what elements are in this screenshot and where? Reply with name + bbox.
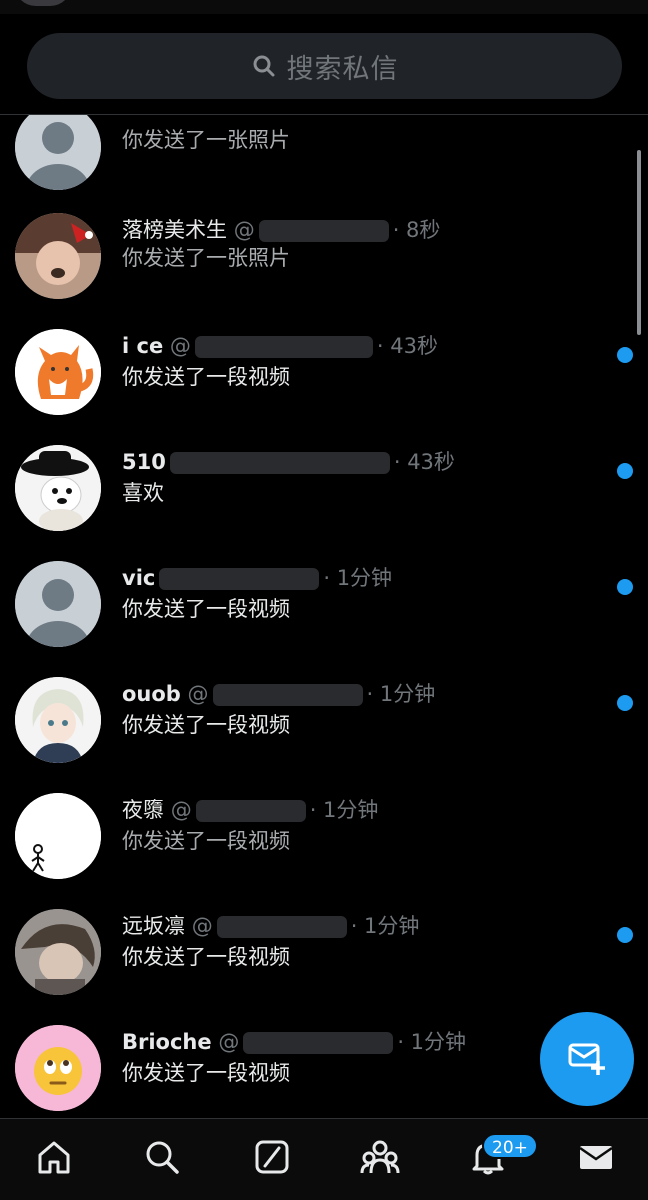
contact-name: vic — [122, 566, 156, 590]
unread-indicator — [617, 927, 633, 943]
message-preview: 你发送了一段视频 — [122, 365, 290, 389]
timestamp: · 1分钟 — [309, 798, 379, 822]
new-message-icon — [567, 1037, 607, 1081]
avatar — [15, 793, 101, 879]
message-preview: 你发送了一段视频 — [122, 945, 290, 969]
avatar — [15, 909, 101, 995]
message-preview: 你发送了一段视频 — [122, 829, 290, 853]
contact-name: i ce — [122, 334, 164, 358]
communities-icon — [359, 1138, 401, 1180]
timestamp: · 43秒 — [393, 450, 455, 474]
conversation-header: i ce @ · 43秒 — [122, 334, 438, 358]
nav-messages[interactable] — [576, 1139, 616, 1179]
notification-badge: 20+ — [482, 1133, 538, 1159]
search-messages-input[interactable]: 搜索私信 — [27, 33, 622, 99]
unread-indicator — [617, 463, 633, 479]
bottom-navigation: 20+ — [0, 1118, 648, 1200]
home-icon — [35, 1138, 73, 1180]
nav-search[interactable] — [142, 1139, 182, 1179]
avatar — [15, 1025, 101, 1111]
new-message-button[interactable] — [540, 1012, 634, 1106]
avatar — [15, 445, 101, 531]
conversation-row[interactable]: 夜隳 @ · 1分钟 你发送了一段视频 — [0, 783, 648, 899]
unread-indicator — [617, 347, 633, 363]
unread-indicator — [617, 695, 633, 711]
avatar — [15, 213, 101, 299]
nav-home[interactable] — [34, 1139, 74, 1179]
message-preview: 你发送了一段视频 — [122, 1061, 290, 1085]
search-icon — [251, 53, 277, 79]
conversation-row[interactable]: 510 · 43秒 喜欢 — [0, 435, 648, 551]
contact-name: 夜隳 — [122, 798, 164, 822]
conversation-row[interactable]: @ 你发送了一张照片 — [0, 115, 648, 205]
top-strip — [0, 0, 648, 14]
unread-indicator — [617, 579, 633, 595]
message-preview: 喜欢 — [122, 481, 164, 505]
nav-grok[interactable] — [252, 1139, 292, 1179]
conversation-list[interactable]: @ 你发送了一张照片 落榜美术生 @· 8秒 你发送了一张照片 i ce @· … — [0, 115, 648, 1118]
message-preview: 你发送了一段视频 — [122, 597, 290, 621]
conversation-row[interactable]: vic · 1分钟 你发送了一段视频 — [0, 551, 648, 667]
conversation-header: vic · 1分钟 — [122, 563, 392, 593]
grok-icon — [253, 1138, 291, 1180]
conversation-row[interactable]: ouob @ · 1分钟 你发送了一段视频 — [0, 667, 648, 783]
conversation-header: 夜隳 @ · 1分钟 — [122, 798, 379, 822]
message-preview: 你发送了一张照片 — [122, 246, 290, 270]
timestamp: · 1分钟 — [366, 682, 436, 706]
conversation-header: 落榜美术生 @ · 8秒 — [122, 218, 441, 242]
conversation-row[interactable]: 远坂凛 @ · 1分钟 你发送了一段视频 — [0, 899, 648, 1015]
conversation-header: ouob @ · 1分钟 — [122, 682, 436, 706]
messages-icon — [577, 1138, 615, 1180]
timestamp: · 1分钟 — [323, 566, 393, 590]
timestamp: · 1分钟 — [397, 1030, 467, 1054]
search-icon — [143, 1138, 181, 1180]
avatar — [15, 677, 101, 763]
conversation-header: 510 · 43秒 — [122, 447, 455, 477]
conversation-row[interactable]: i ce @ · 43秒 你发送了一段视频 — [0, 319, 648, 435]
contact-name: 510 — [122, 450, 166, 474]
avatar — [15, 329, 101, 415]
conversation-header: Brioche @ · 1分钟 — [122, 1030, 467, 1054]
timestamp: · 43秒 — [376, 334, 438, 358]
message-preview: 你发送了一段视频 — [122, 713, 290, 737]
avatar — [15, 115, 101, 190]
contact-name: Brioche — [122, 1030, 212, 1054]
timestamp: · 8秒 — [392, 218, 441, 242]
search-placeholder: 搜索私信 — [286, 53, 399, 85]
contact-name: 远坂凛 — [122, 914, 185, 938]
message-preview: 你发送了一张照片 — [122, 128, 290, 152]
contact-name: ouob — [122, 682, 181, 706]
scrollbar[interactable] — [637, 150, 641, 335]
conversation-row[interactable]: 落榜美术生 @ · 8秒 你发送了一张照片 — [0, 203, 648, 319]
contact-name: 落榜美术生 — [122, 218, 227, 242]
nav-communities[interactable] — [360, 1139, 400, 1179]
messages-screen: 搜索私信 @ 你发送了一张照片 落榜美术生 @· 8秒 你发送了一张照片 — [0, 0, 648, 1200]
avatar — [15, 561, 101, 647]
conversation-header: 远坂凛 @ · 1分钟 — [122, 914, 420, 938]
timestamp: · 1分钟 — [350, 914, 420, 938]
